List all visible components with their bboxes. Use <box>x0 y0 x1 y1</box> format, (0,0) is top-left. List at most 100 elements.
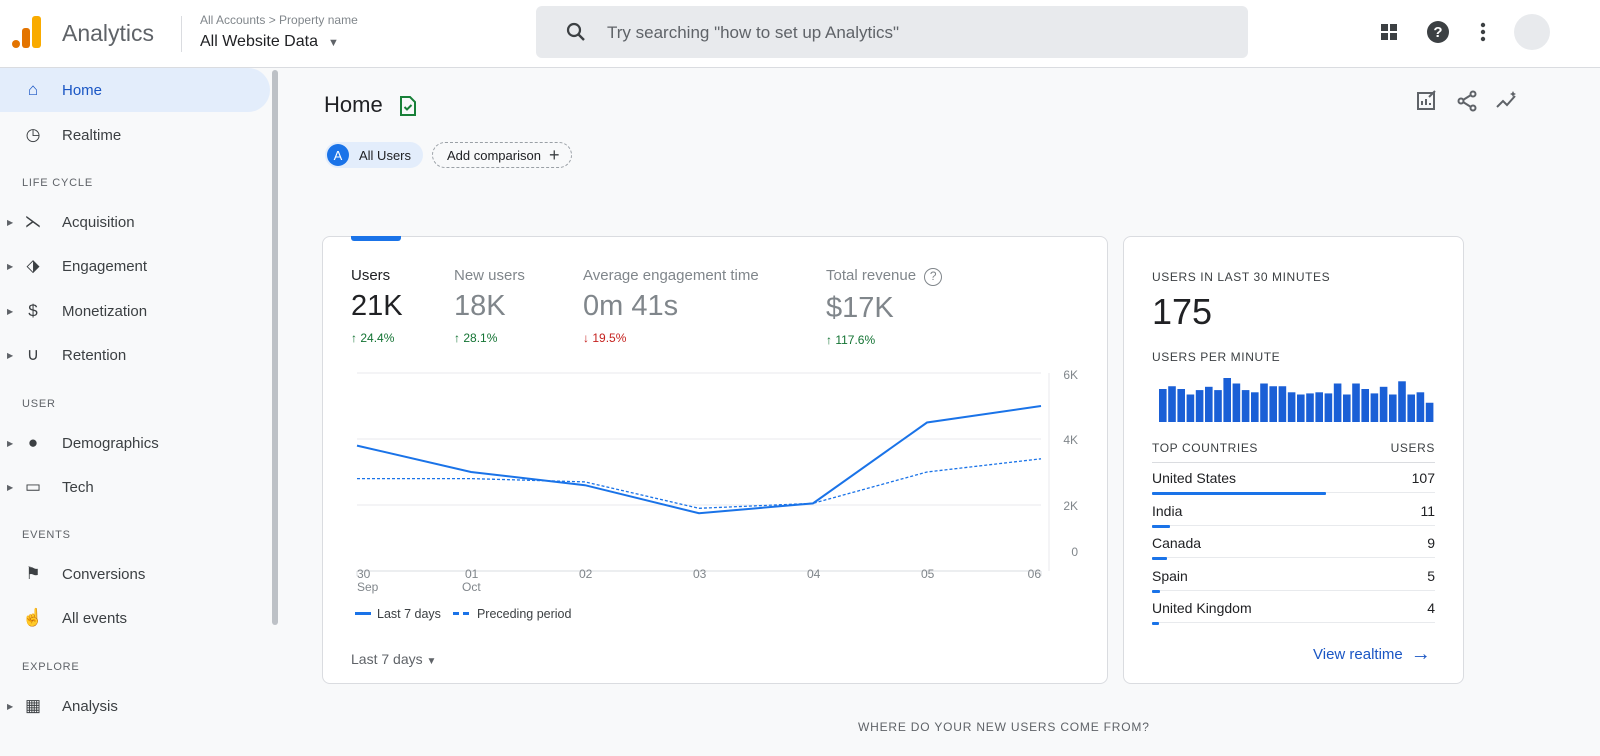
overview-card: Users 21K ↑ 24.4% New users 18K ↑ 28.1% Av… <box>322 236 1108 684</box>
per-minute-bar[interactable] <box>1177 389 1185 422</box>
expand-arrow-icon[interactable]: ▶ <box>7 483 13 492</box>
caret-down-icon: ▼ <box>426 656 437 667</box>
per-minute-bar[interactable] <box>1195 390 1204 422</box>
touch-icon: ☝ <box>22 608 44 627</box>
country-share-bar <box>1152 492 1326 495</box>
per-minute-bar[interactable] <box>1287 392 1296 422</box>
per-minute-bar[interactable] <box>1168 386 1176 422</box>
sidebar-scrollbar[interactable] <box>272 70 278 625</box>
country-users: 4 <box>1427 600 1435 616</box>
per-minute-bar[interactable] <box>1232 383 1241 423</box>
country-row[interactable]: Canada 9 <box>1152 535 1435 560</box>
x-tick-sublabel: Oct <box>462 580 481 594</box>
analytics-logo[interactable] <box>12 16 42 48</box>
per-minute-bar[interactable] <box>1379 386 1388 422</box>
y-tick-label: 2K <box>1063 499 1078 513</box>
per-minute-bar[interactable] <box>1306 393 1314 422</box>
per-minute-bar[interactable] <box>1223 378 1231 422</box>
per-minute-bar[interactable] <box>1333 383 1342 423</box>
per-minute-bar[interactable] <box>1205 386 1213 422</box>
sidebar-item-label: Realtime <box>62 126 122 144</box>
sidebar-section-header: USER <box>22 398 56 410</box>
help-icon[interactable]: ? <box>1426 20 1450 44</box>
legend-dashed-swatch <box>452 612 469 615</box>
sidebar-section-header: LIFE CYCLE <box>22 177 93 189</box>
view-realtime-link[interactable]: View realtime → <box>1313 643 1431 666</box>
sidebar-item-label: Home <box>62 81 103 99</box>
per-minute-bar[interactable] <box>1159 389 1167 422</box>
add-comparison-button[interactable]: Add comparison + <box>432 142 573 168</box>
property-selector[interactable]: All Website Data ▼ <box>200 33 339 51</box>
dollar-icon: $ <box>28 301 38 320</box>
segment-chip-all-users[interactable]: A All Users <box>325 142 424 168</box>
x-tick-label: 03 <box>693 567 707 581</box>
per-minute-bar[interactable] <box>1251 392 1259 422</box>
caret-down-icon: ▼ <box>327 37 339 49</box>
more-vert-icon[interactable] <box>1471 20 1495 44</box>
per-minute-bar[interactable] <box>1361 389 1369 422</box>
segment-label: All Users <box>359 147 412 163</box>
sidebar-item-demographics[interactable]: ▶ ● Demographics <box>0 421 270 465</box>
country-row[interactable]: India 11 <box>1152 502 1435 528</box>
per-minute-bar[interactable] <box>1343 394 1351 423</box>
row-divider <box>1152 622 1435 623</box>
per-minute-bar[interactable] <box>1398 381 1406 422</box>
y-tick-label: 4K <box>1063 433 1078 447</box>
expand-arrow-icon[interactable]: ▶ <box>7 218 13 227</box>
sidebar-item-acquisition[interactable]: ▶ ⋋ Acquisition <box>0 200 270 244</box>
per-minute-bar[interactable] <box>1370 393 1379 422</box>
sidebar-item-engagement[interactable]: ▶ ⬗ Engagement <box>0 244 270 288</box>
sidebar-item-conversions[interactable]: ⚑ Conversions <box>0 552 270 596</box>
users-header: USERS <box>1390 441 1435 455</box>
per-minute-bar[interactable] <box>1297 394 1305 423</box>
verified-report-icon[interactable] <box>398 95 418 117</box>
x-tick-label: 01 <box>465 567 479 581</box>
expand-arrow-icon[interactable]: ▶ <box>7 262 13 271</box>
sidebar-item-monetization[interactable]: ▶ $ Monetization <box>0 289 270 333</box>
country-share-bar <box>1152 622 1159 625</box>
per-minute-bar[interactable] <box>1315 392 1323 422</box>
plus-icon: + <box>548 144 560 165</box>
share-icon[interactable] <box>1455 89 1479 113</box>
top-countries-header: TOP COUNTRIES <box>1152 441 1259 455</box>
breadcrumb[interactable]: All Accounts > Property name <box>200 13 358 27</box>
per-minute-bar[interactable] <box>1324 393 1333 422</box>
search-input[interactable]: Try searching "how to set up Analytics" <box>536 6 1248 58</box>
expand-arrow-icon[interactable]: ▶ <box>7 439 13 448</box>
sidebar-item-realtime[interactable]: ◷ Realtime <box>0 113 270 157</box>
country-users: 9 <box>1427 535 1435 551</box>
date-range-dropdown[interactable]: Last 7 days ▼ <box>351 651 436 667</box>
expand-arrow-icon[interactable]: ▶ <box>7 307 13 316</box>
expand-arrow-icon[interactable]: ▶ <box>7 351 13 360</box>
sidebar-item-label: Monetization <box>62 302 148 320</box>
per-minute-bar[interactable] <box>1407 394 1415 423</box>
per-minute-bar[interactable] <box>1186 394 1195 423</box>
insights-icon[interactable] <box>1495 89 1519 113</box>
sidebar-item-all-events[interactable]: ☝ All events <box>0 596 270 640</box>
date-range-label: Last 7 days <box>351 651 423 667</box>
per-minute-bar[interactable] <box>1352 383 1360 423</box>
per-minute-bar[interactable] <box>1260 383 1268 423</box>
per-minute-bar[interactable] <box>1416 392 1425 422</box>
per-minute-bar[interactable] <box>1389 394 1397 423</box>
per-minute-bar[interactable] <box>1278 386 1287 422</box>
avatar[interactable] <box>1514 14 1550 50</box>
sidebar-item-label: All events <box>62 609 128 627</box>
legend-label-preceding-period: Preceding period <box>476 607 572 621</box>
sidebar-item-retention[interactable]: ▶ ∪ Retention <box>0 333 270 377</box>
sidebar-item-tech[interactable]: ▶ ▭ Tech <box>0 465 270 509</box>
per-minute-bar[interactable] <box>1241 390 1250 422</box>
country-users: 11 <box>1420 502 1435 519</box>
country-row[interactable]: United Kingdom 4 <box>1152 600 1435 625</box>
sidebar-item-home[interactable]: ⌂ Home <box>0 68 270 112</box>
top-bar: Analytics All Accounts > Property name A… <box>0 0 1600 68</box>
per-minute-bar[interactable] <box>1214 390 1222 422</box>
per-minute-bar[interactable] <box>1425 402 1434 422</box>
expand-arrow-icon[interactable]: ▶ <box>7 702 13 711</box>
sidebar-item-analysis[interactable]: ▶ ▦ Analysis <box>0 684 270 728</box>
country-row[interactable]: United States 107 <box>1152 470 1435 495</box>
customize-report-icon[interactable] <box>1415 89 1439 113</box>
country-row[interactable]: Spain 5 <box>1152 568 1435 593</box>
apps-icon[interactable] <box>1377 20 1401 44</box>
per-minute-bar[interactable] <box>1269 386 1277 422</box>
